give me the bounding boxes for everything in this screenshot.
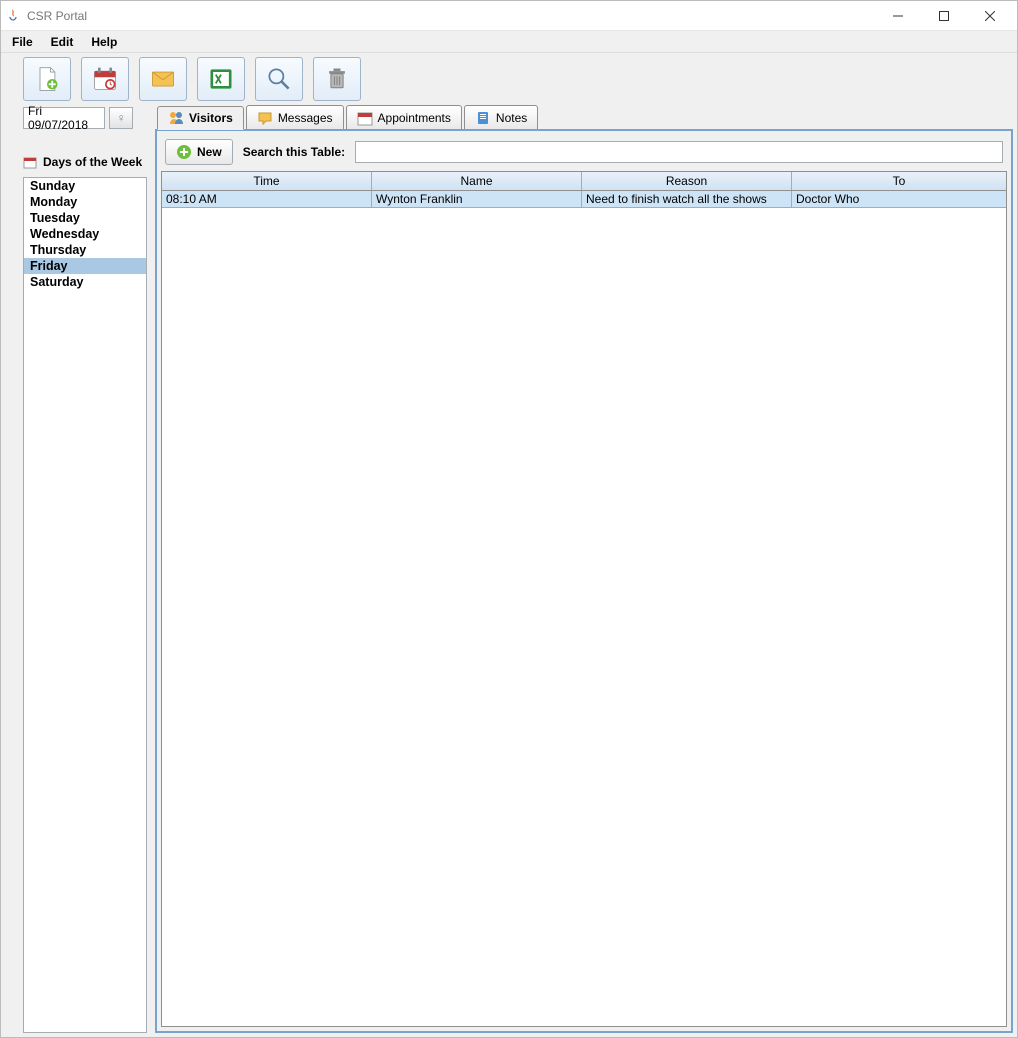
- day-item-friday[interactable]: Friday: [24, 258, 146, 274]
- search-button[interactable]: [255, 57, 303, 101]
- content-area: Fri 09/07/2018 ♀ Days of the Week Sunday…: [1, 105, 1017, 1037]
- day-item-tuesday[interactable]: Tuesday: [24, 210, 146, 226]
- day-item-monday[interactable]: Monday: [24, 194, 146, 210]
- table-header: Time Name Reason To: [162, 172, 1006, 191]
- search-row: New Search this Table:: [161, 135, 1007, 169]
- tab-visitors[interactable]: Visitors: [157, 106, 244, 130]
- days-header: Days of the Week: [5, 135, 151, 173]
- app-window: CSR Portal File Edit Help: [0, 0, 1018, 1038]
- tab-appointments[interactable]: Appointments: [346, 105, 462, 129]
- messages-icon: [257, 110, 273, 126]
- cell-time: 08:10 AM: [162, 191, 372, 207]
- close-button[interactable]: [967, 2, 1013, 30]
- window-controls: [875, 2, 1013, 30]
- visitors-icon: [168, 110, 184, 126]
- window-title: CSR Portal: [27, 9, 875, 23]
- date-row: Fri 09/07/2018 ♀: [5, 105, 151, 131]
- tab-label: Visitors: [189, 111, 233, 125]
- tab-notes[interactable]: Notes: [464, 105, 538, 129]
- new-document-button[interactable]: [23, 57, 71, 101]
- tab-body: New Search this Table: Time Name Reason …: [155, 129, 1013, 1033]
- menu-edit[interactable]: Edit: [44, 33, 81, 51]
- cell-reason: Need to finish watch all the shows: [582, 191, 792, 207]
- new-button-label: New: [197, 145, 222, 159]
- toolbar: [1, 53, 1017, 105]
- day-item-wednesday[interactable]: Wednesday: [24, 226, 146, 242]
- days-header-label: Days of the Week: [43, 155, 142, 169]
- menu-help[interactable]: Help: [84, 33, 124, 51]
- menu-file[interactable]: File: [5, 33, 40, 51]
- right-panel: Visitors Messages Appointments Notes New Se…: [155, 105, 1013, 1033]
- java-icon: [5, 8, 21, 24]
- calendar-button[interactable]: [81, 57, 129, 101]
- excel-button[interactable]: [197, 57, 245, 101]
- menubar: File Edit Help: [1, 31, 1017, 53]
- table-body: 08:10 AMWynton FranklinNeed to finish wa…: [162, 191, 1006, 208]
- notes-icon: [475, 110, 491, 126]
- tab-messages[interactable]: Messages: [246, 105, 344, 129]
- tab-label: Appointments: [378, 111, 451, 125]
- new-button[interactable]: New: [165, 139, 233, 165]
- day-item-saturday[interactable]: Saturday: [24, 274, 146, 290]
- titlebar: CSR Portal: [1, 1, 1017, 31]
- date-field[interactable]: Fri 09/07/2018: [23, 107, 105, 129]
- minimize-button[interactable]: [875, 2, 921, 30]
- date-picker-button[interactable]: ♀: [109, 107, 133, 129]
- cell-name: Wynton Franklin: [372, 191, 582, 207]
- table-row[interactable]: 08:10 AMWynton FranklinNeed to finish wa…: [162, 191, 1006, 208]
- appointments-icon: [357, 110, 373, 126]
- left-panel: Fri 09/07/2018 ♀ Days of the Week Sunday…: [5, 105, 151, 1033]
- day-item-sunday[interactable]: Sunday: [24, 178, 146, 194]
- th-time[interactable]: Time: [162, 172, 372, 190]
- maximize-button[interactable]: [921, 2, 967, 30]
- days-list: SundayMondayTuesdayWednesdayThursdayFrid…: [23, 177, 147, 1033]
- tabs: Visitors Messages Appointments Notes: [155, 105, 1013, 129]
- search-label: Search this Table:: [243, 145, 345, 159]
- tab-label: Notes: [496, 111, 527, 125]
- calendar-icon: [23, 155, 37, 169]
- day-item-thursday[interactable]: Thursday: [24, 242, 146, 258]
- cell-to: Doctor Who: [792, 191, 1006, 207]
- plus-icon: [176, 144, 192, 160]
- search-input[interactable]: [355, 141, 1003, 163]
- th-reason[interactable]: Reason: [582, 172, 792, 190]
- th-to[interactable]: To: [792, 172, 1006, 190]
- key-icon: ♀: [117, 111, 126, 125]
- delete-button[interactable]: [313, 57, 361, 101]
- tab-label: Messages: [278, 111, 333, 125]
- mail-button[interactable]: [139, 57, 187, 101]
- th-name[interactable]: Name: [372, 172, 582, 190]
- table: Time Name Reason To 08:10 AMWynton Frank…: [161, 171, 1007, 1027]
